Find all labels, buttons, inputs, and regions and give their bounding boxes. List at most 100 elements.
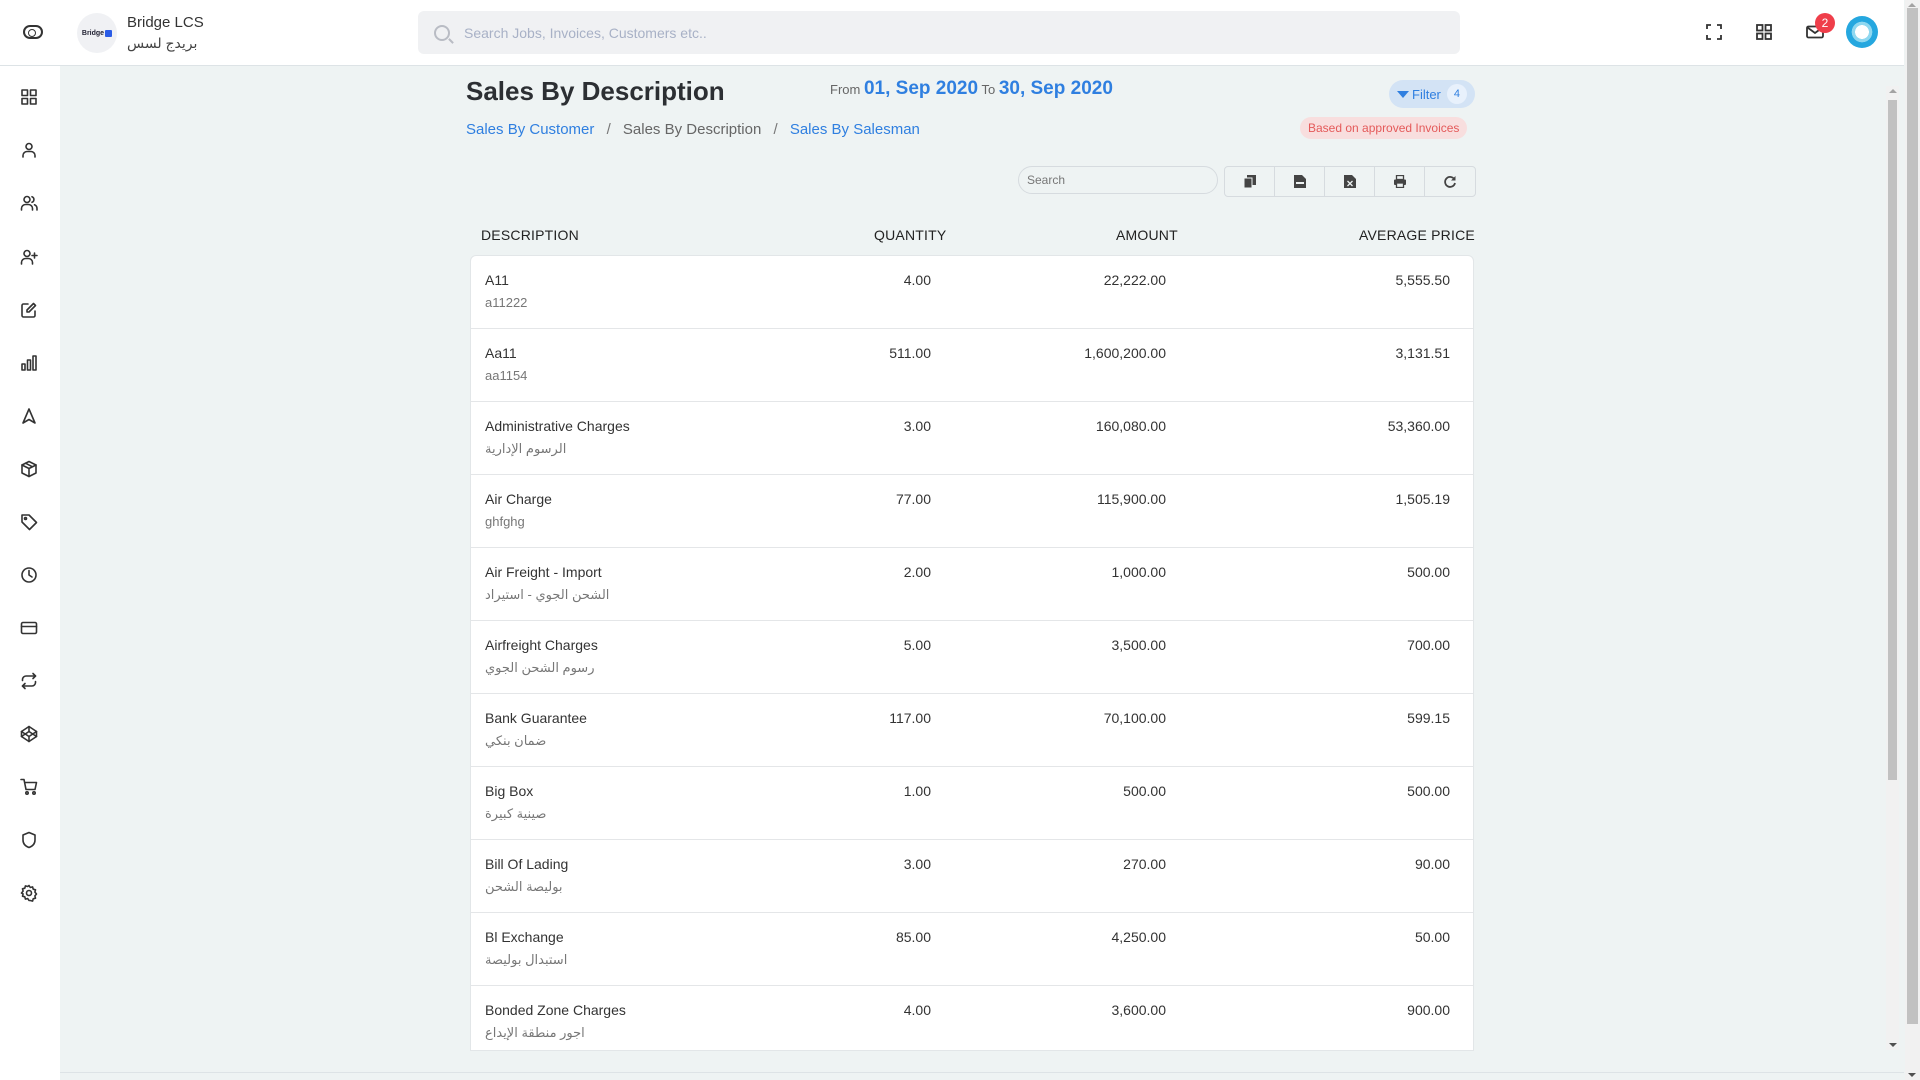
print-button[interactable] bbox=[1375, 167, 1425, 196]
row-description: Bank Guarantee bbox=[485, 710, 587, 726]
sidebar-item-codepen[interactable] bbox=[18, 723, 40, 745]
to-label: To bbox=[981, 82, 996, 97]
table-row[interactable]: Bl Exchange استبدال بوليصة 85.00 4,250.00 50… bbox=[471, 913, 1473, 986]
apps-grid-icon[interactable] bbox=[1754, 22, 1774, 42]
row-sub-description: aa1154 bbox=[485, 368, 528, 383]
fullscreen-icon[interactable] bbox=[1704, 22, 1724, 42]
logo-text: Bridge bbox=[81, 29, 105, 37]
sidebar-item-dashboard[interactable] bbox=[18, 86, 40, 108]
row-sub-description: الرسوم الإدارية bbox=[485, 441, 567, 456]
row-description: Big Box bbox=[485, 783, 534, 799]
row-quantity: 511.00 bbox=[889, 345, 931, 361]
table-row[interactable]: Air Freight - Import الشحن الجوي - استيرا… bbox=[471, 548, 1473, 621]
row-average-price: 90.00 bbox=[1414, 856, 1450, 872]
breadcrumb-sales-by-salesman[interactable]: Sales By Salesman bbox=[790, 121, 920, 138]
column-header-amount[interactable]: AMOUNT bbox=[1116, 227, 1178, 243]
row-amount: 70,100.00 bbox=[1103, 710, 1166, 726]
global-search-bar[interactable] bbox=[418, 11, 1460, 54]
table-row[interactable]: Bank Guarantee ضمان بنكي 117.00 70,100.00 59… bbox=[471, 694, 1473, 767]
repeat-icon bbox=[21, 672, 37, 690]
breadcrumb-current: Sales By Description bbox=[622, 121, 762, 138]
row-average-price: 700.00 bbox=[1407, 637, 1450, 653]
excel-button[interactable] bbox=[1325, 167, 1375, 196]
from-date[interactable]: 01, Sep 2020 bbox=[864, 78, 978, 99]
row-sub-description: ضمان بنكي bbox=[485, 733, 547, 748]
table-row[interactable]: Airfreight Charges رسوم الشحن الجوي 5.00 3,… bbox=[471, 621, 1473, 694]
settings-icon bbox=[20, 884, 38, 902]
table-row[interactable]: Bonded Zone Charges اجور منطقة الإيداع 4.0… bbox=[471, 986, 1473, 1050]
row-amount: 270.00 bbox=[1123, 856, 1166, 872]
breadcrumb: Sales By Customer / Sales By Description… bbox=[466, 121, 920, 138]
bar-chart-icon bbox=[21, 355, 37, 371]
global-search-input[interactable] bbox=[464, 24, 1364, 41]
row-description: Air Freight - Import bbox=[485, 564, 602, 580]
approved-invoices-badge: Based on approved Invoices bbox=[1300, 117, 1468, 139]
table-row[interactable]: Administrative Charges الرسوم الإدارية 3.0… bbox=[471, 402, 1473, 475]
row-quantity: 77.00 bbox=[895, 491, 931, 507]
scroll-down-arrow[interactable] bbox=[1908, 1073, 1916, 1077]
table-row[interactable]: A11 a11222 4.00 22,222.00 5,555.50 bbox=[471, 256, 1473, 329]
scrollbar-thumb[interactable] bbox=[1907, 8, 1918, 1024]
scroll-up-arrow[interactable] bbox=[1889, 89, 1897, 93]
row-description: A11 bbox=[485, 272, 509, 288]
table-row[interactable]: Big Box صينية كبيرة 1.00 500.00 500.00 bbox=[471, 767, 1473, 840]
user-plus-icon bbox=[20, 249, 38, 265]
credit-card-icon bbox=[20, 621, 38, 635]
to-date[interactable]: 30, Sep 2020 bbox=[999, 78, 1113, 99]
row-description: Bl Exchange bbox=[485, 929, 564, 945]
search-icon bbox=[434, 24, 450, 41]
window-scrollbar[interactable] bbox=[1905, 0, 1920, 1080]
row-amount: 1,000.00 bbox=[1111, 564, 1167, 580]
row-quantity: 1.00 bbox=[903, 783, 931, 799]
shield-icon bbox=[22, 831, 36, 849]
row-description: Airfreight Charges bbox=[485, 637, 598, 653]
copy-button[interactable] bbox=[1225, 167, 1275, 196]
sidebar-item-navigation[interactable] bbox=[18, 405, 40, 427]
sidebar-item-payments[interactable] bbox=[18, 617, 40, 639]
sidebar-item-users[interactable] bbox=[18, 192, 40, 214]
sidebar-item-add-user[interactable] bbox=[18, 246, 40, 268]
column-header-quantity[interactable]: QUANTITY bbox=[874, 227, 946, 243]
sidebar-toggle-icon[interactable] bbox=[23, 25, 43, 39]
table-row[interactable]: Aa11 aa1154 511.00 1,600,200.00 3,131.51 bbox=[471, 329, 1473, 402]
sidebar-item-reports[interactable] bbox=[18, 352, 40, 374]
row-average-price: 500.00 bbox=[1407, 564, 1450, 580]
sidebar-item-security[interactable] bbox=[18, 829, 40, 851]
sidebar-item-transfers[interactable] bbox=[18, 670, 40, 692]
brand-name: Bridge LCS bbox=[127, 14, 204, 31]
copy-icon bbox=[1243, 175, 1256, 188]
row-amount: 3,600.00 bbox=[1111, 1002, 1167, 1018]
table-row[interactable]: Air Charge ghfghg 77.00 115,900.00 1,505.19 bbox=[471, 475, 1473, 548]
column-header-description[interactable]: DESCRIPTION bbox=[481, 227, 579, 243]
filter-button[interactable]: Filter 4 bbox=[1389, 80, 1475, 108]
row-quantity: 85.00 bbox=[895, 929, 931, 945]
csv-button[interactable] bbox=[1275, 167, 1325, 196]
page-title: Sales By Description bbox=[466, 76, 725, 106]
sidebar-item-edit[interactable] bbox=[18, 299, 40, 321]
sidebar-item-cart[interactable] bbox=[18, 776, 40, 798]
refresh-button[interactable] bbox=[1425, 167, 1475, 196]
sidebar-item-settings[interactable] bbox=[18, 882, 40, 904]
row-average-price: 1,505.19 bbox=[1395, 491, 1451, 507]
scroll-down-arrow[interactable] bbox=[1889, 1043, 1897, 1047]
row-quantity: 3.00 bbox=[903, 418, 931, 434]
user-avatar[interactable] bbox=[1846, 16, 1878, 48]
row-average-price: 500.00 bbox=[1407, 783, 1450, 799]
excel-file-icon bbox=[1343, 175, 1356, 188]
sidebar-item-tags[interactable] bbox=[18, 511, 40, 533]
breadcrumb-sales-by-customer[interactable]: Sales By Customer bbox=[466, 121, 594, 138]
scroll-up-arrow[interactable] bbox=[1908, 3, 1916, 7]
scrollbar-thumb[interactable] bbox=[1888, 100, 1897, 780]
sidebar-item-packages[interactable] bbox=[18, 458, 40, 480]
table-row[interactable]: Bill Of Lading بوليصة الشحن 3.00 270.00 90.0… bbox=[471, 840, 1473, 913]
content-scrollbar[interactable] bbox=[1886, 86, 1899, 1050]
table-search-input[interactable] bbox=[1018, 166, 1218, 194]
column-header-average-price[interactable]: AVERAGE PRICE bbox=[1359, 227, 1475, 243]
row-amount: 1,600,200.00 bbox=[1084, 345, 1166, 361]
sidebar-item-user[interactable] bbox=[18, 139, 40, 161]
refresh-icon bbox=[1444, 176, 1456, 188]
sidebar-item-history[interactable] bbox=[18, 564, 40, 586]
codepen-icon bbox=[20, 725, 38, 743]
row-sub-description: صينية كبيرة bbox=[485, 806, 547, 821]
notification-badge[interactable]: 2 bbox=[1815, 13, 1835, 33]
